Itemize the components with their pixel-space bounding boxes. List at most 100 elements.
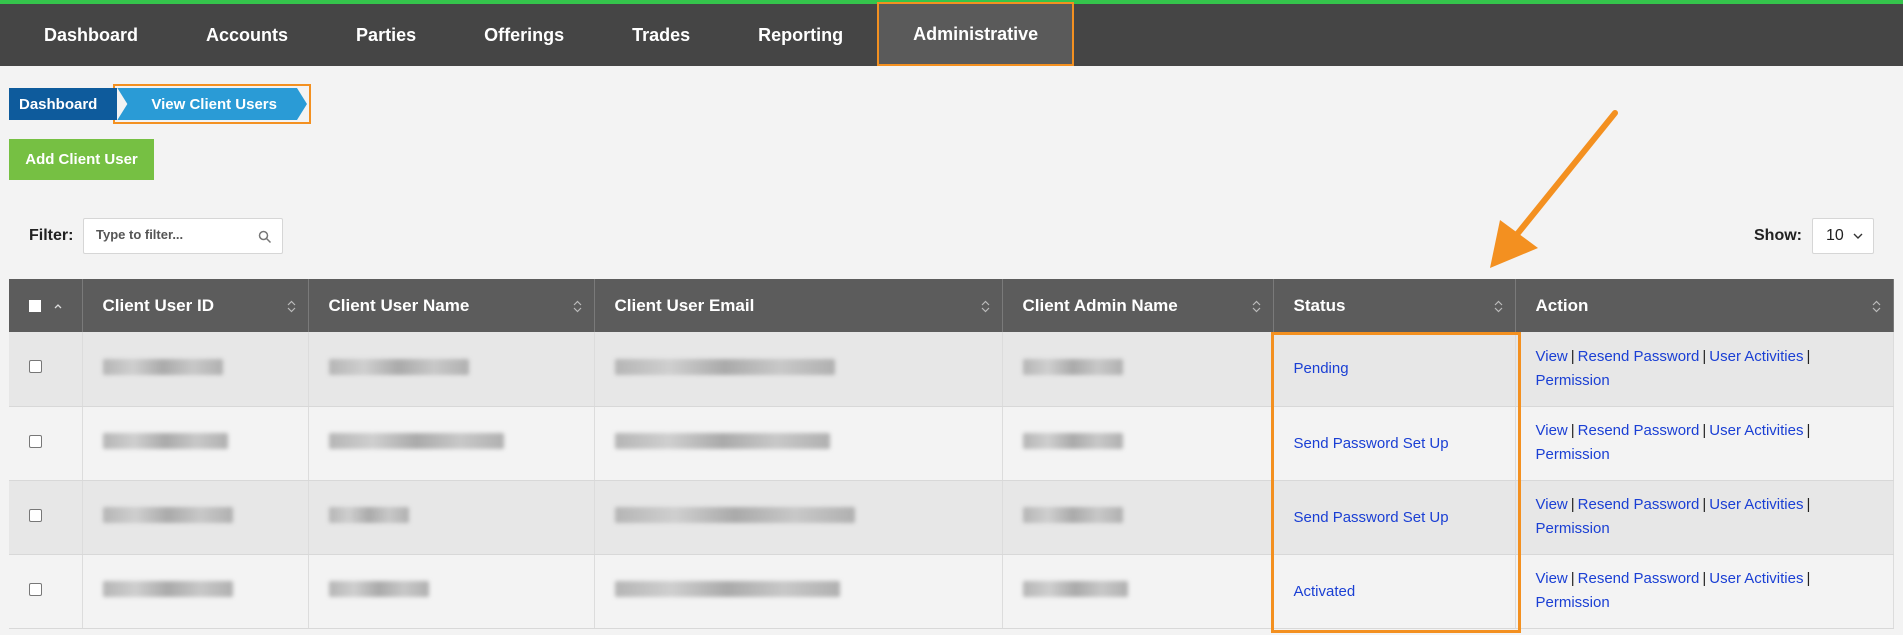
- separator: |: [1806, 496, 1811, 513]
- view-link[interactable]: View: [1536, 422, 1568, 439]
- separator: |: [1806, 570, 1811, 587]
- sort-up-icon: [54, 304, 62, 309]
- filter-input[interactable]: [96, 227, 246, 242]
- column-label: Client User Name: [328, 295, 470, 315]
- client-admin-name-cell: [1002, 406, 1274, 481]
- separator: |: [1702, 347, 1707, 365]
- row-checkbox[interactable]: [29, 360, 42, 374]
- page-size-select[interactable]: 10: [1812, 218, 1874, 254]
- nav-parties[interactable]: Parties: [322, 4, 450, 66]
- permission-link[interactable]: Permission: [1536, 446, 1610, 463]
- action-cell: View | Resend Password | User Activities | Per…: [1515, 480, 1894, 555]
- status-cell: Pending: [1273, 332, 1516, 407]
- row-select-cell: [9, 554, 83, 629]
- column-client-user-email[interactable]: Client User Email: [594, 279, 1003, 332]
- status-cell: Send Password Set Up: [1273, 406, 1516, 481]
- top-navigation-bar: Dashboard Accounts Parties Offerings Tra…: [0, 0, 1903, 66]
- redacted-value: [614, 581, 840, 597]
- permission-link[interactable]: Permission: [1536, 520, 1610, 537]
- client-user-email-cell: [594, 480, 1003, 555]
- column-client-admin-name[interactable]: Client Admin Name: [1002, 279, 1274, 332]
- separator: |: [1702, 422, 1707, 439]
- row-select-cell: [9, 480, 83, 555]
- annotation-arrow-icon: [1490, 110, 1618, 268]
- client-admin-name-cell: [1002, 554, 1274, 629]
- resend-password-link[interactable]: Resend Password: [1578, 570, 1700, 587]
- page-size-value: 10: [1826, 227, 1844, 244]
- main-nav: Dashboard Accounts Parties Offerings Tra…: [0, 2, 1903, 66]
- column-label: Client User ID: [102, 295, 214, 315]
- nav-trades[interactable]: Trades: [598, 4, 724, 66]
- client-user-email-cell: [594, 332, 1003, 407]
- table-row: Pending View | Resend Password | User Activi…: [9, 332, 1894, 407]
- separator: |: [1570, 496, 1575, 513]
- client-admin-name-cell: [1002, 480, 1274, 555]
- nav-dashboard[interactable]: Dashboard: [0, 4, 172, 66]
- user-activities-link[interactable]: User Activities: [1709, 570, 1803, 587]
- sort-icon: [1252, 300, 1260, 313]
- status-link[interactable]: Send Password Set Up: [1294, 435, 1449, 452]
- separator: |: [1570, 422, 1575, 439]
- client-user-name-cell: [308, 480, 595, 555]
- breadcrumb: Dashboard View Client Users: [9, 84, 311, 124]
- status-link[interactable]: Send Password Set Up: [1294, 509, 1449, 526]
- nav-accounts[interactable]: Accounts: [172, 4, 322, 66]
- sort-icon: [287, 300, 295, 313]
- separator: |: [1806, 422, 1811, 439]
- breadcrumb-current-highlight: View Client Users: [113, 84, 311, 124]
- row-select-cell: [9, 332, 83, 407]
- redacted-value: [328, 433, 504, 449]
- row-checkbox[interactable]: [29, 582, 42, 596]
- resend-password-link[interactable]: Resend Password: [1578, 496, 1700, 513]
- add-client-user-button[interactable]: Add Client User: [9, 139, 154, 180]
- select-all-header[interactable]: [9, 279, 83, 332]
- status-link[interactable]: Activated: [1294, 583, 1356, 600]
- status-link[interactable]: Pending: [1294, 360, 1349, 377]
- row-checkbox[interactable]: [29, 434, 42, 448]
- client-user-id-cell: [82, 554, 309, 629]
- nav-administrative[interactable]: Administrative: [877, 2, 1075, 66]
- user-activities-link[interactable]: User Activities: [1709, 422, 1803, 439]
- show-label: Show:: [1754, 227, 1802, 244]
- column-client-user-name[interactable]: Client User Name: [308, 279, 595, 332]
- view-link[interactable]: View: [1536, 496, 1568, 513]
- sort-icon: [1872, 300, 1880, 313]
- client-user-name-cell: [308, 554, 595, 629]
- view-link[interactable]: View: [1536, 570, 1568, 587]
- redacted-value: [102, 507, 233, 523]
- redacted-value: [614, 433, 830, 449]
- resend-password-link[interactable]: Resend Password: [1578, 348, 1700, 365]
- nav-reporting[interactable]: Reporting: [724, 4, 877, 66]
- client-user-id-cell: [82, 332, 309, 407]
- redacted-value: [1022, 581, 1128, 597]
- table-header-row: Client User ID Client User Name Client U…: [9, 279, 1894, 332]
- separator: |: [1702, 496, 1707, 513]
- redacted-value: [328, 581, 429, 597]
- client-user-id-cell: [82, 480, 309, 555]
- column-status[interactable]: Status: [1273, 279, 1516, 332]
- nav-offerings[interactable]: Offerings: [450, 4, 598, 66]
- column-label: Status: [1293, 295, 1346, 315]
- column-client-user-id[interactable]: Client User ID: [82, 279, 309, 332]
- user-activities-link[interactable]: User Activities: [1709, 496, 1803, 513]
- select-all-checkbox[interactable]: [29, 300, 41, 313]
- permission-link[interactable]: Permission: [1536, 594, 1610, 611]
- breadcrumb-dashboard[interactable]: Dashboard: [9, 88, 118, 120]
- redacted-value: [1022, 358, 1123, 375]
- row-checkbox[interactable]: [29, 508, 42, 522]
- user-activities-link[interactable]: User Activities: [1709, 348, 1803, 365]
- row-select-cell: [9, 406, 83, 481]
- filter-field[interactable]: [83, 218, 283, 254]
- column-action[interactable]: Action: [1515, 279, 1894, 332]
- action-cell: View | Resend Password | User Activities | Per…: [1515, 554, 1894, 629]
- redacted-value: [328, 358, 469, 375]
- search-icon: [258, 230, 272, 244]
- view-link[interactable]: View: [1536, 348, 1568, 365]
- resend-password-link[interactable]: Resend Password: [1578, 422, 1700, 439]
- separator: |: [1570, 347, 1575, 365]
- permission-link[interactable]: Permission: [1536, 372, 1610, 389]
- separator: |: [1570, 570, 1575, 587]
- breadcrumb-view-client-users[interactable]: View Client Users: [117, 88, 307, 120]
- action-cell: View | Resend Password | User Activities | Per…: [1515, 406, 1894, 481]
- redacted-value: [1022, 433, 1123, 449]
